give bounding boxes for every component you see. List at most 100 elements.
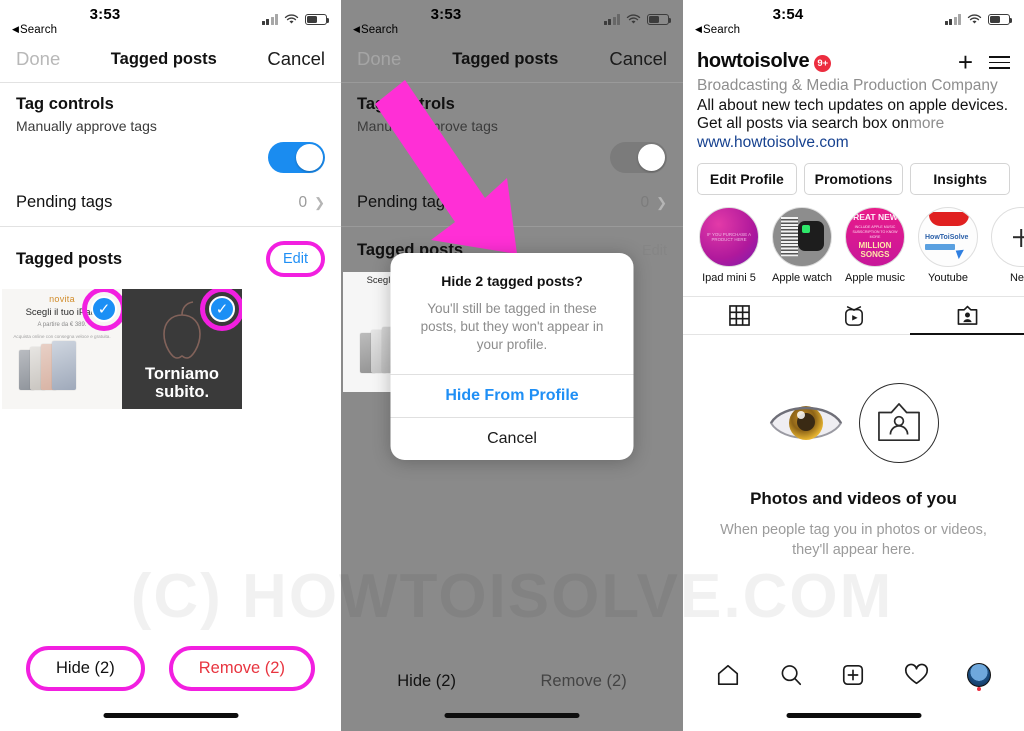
activity-tab[interactable]: [902, 661, 930, 689]
story-highlight-item[interactable]: Apple watch: [772, 207, 832, 284]
bottom-actions: Hide (2) Remove (2): [0, 646, 341, 691]
promotions-button[interactable]: Promotions: [803, 163, 904, 196]
profile-tab[interactable]: [965, 661, 993, 689]
cellular-signal-icon: [261, 14, 278, 25]
tag-controls-title: Tag controls: [16, 95, 114, 113]
thumb-dark-line2: subito.: [154, 382, 210, 401]
wifi-icon: [284, 14, 299, 24]
pending-tags-count: 0: [298, 193, 308, 211]
tab-tagged[interactable]: [910, 297, 1024, 336]
story-highlight-item-new[interactable]: New: [991, 207, 1024, 284]
hide-from-profile-button[interactable]: Hide From Profile: [391, 375, 634, 417]
highlight-cover-bottomtext: MILLION SONGS: [858, 241, 892, 260]
status-time: 3:53: [89, 6, 121, 23]
highlight-cover: GREAT NEWS INCLUDE APPLE MUSIC SUBSCRIPT…: [845, 207, 905, 268]
tagged-post-thumbnail[interactable]: novita Scegli il tuo iPad. A partire da …: [2, 289, 122, 409]
battery-icon: [305, 14, 330, 25]
status-bar: 3:53 ◀Search: [341, 0, 683, 46]
home-tab[interactable]: [714, 661, 742, 689]
status-back-to-search[interactable]: ◀Search: [695, 24, 740, 36]
tagged-posts-title: Tagged posts: [16, 249, 123, 268]
chevron-right-icon: ❯: [656, 194, 667, 210]
highlight-cover-text: HowToiSolve: [925, 234, 969, 242]
toggle-knob: [296, 144, 323, 171]
home-icon: [718, 664, 739, 686]
tagged-post-thumbnail[interactable]: Torniamo subito. ✓: [122, 289, 242, 409]
remove-button[interactable]: Remove (2): [541, 672, 627, 691]
profile-bio: All about new tech updates on apple devi…: [697, 97, 1010, 134]
new-highlight-plus-icon: [991, 207, 1024, 268]
home-indicator: [103, 713, 238, 718]
status-back-label: Search: [703, 24, 741, 36]
highlight-label: Apple watch: [772, 272, 832, 285]
story-highlight-item[interactable]: GREAT NEWS INCLUDE APPLE MUSIC SUBSCRIPT…: [845, 207, 905, 284]
highlight-cover: [772, 207, 832, 268]
hide-button[interactable]: Hide (2): [397, 672, 456, 691]
apple-watch-image: [798, 221, 824, 252]
screenshot-root: 3:53 ◀Search Done Tagged posts Cancel Ta…: [0, 0, 1024, 731]
remove-button[interactable]: Remove (2): [199, 659, 285, 677]
highlight-label: Apple music: [845, 272, 905, 285]
status-indicators: [944, 14, 1013, 25]
notification-badge: 9+: [814, 55, 832, 72]
post-selected-check[interactable]: ✓: [209, 296, 235, 322]
profile-bio-text: All about new tech updates on apple devi…: [697, 96, 1009, 133]
post-selected-check[interactable]: ✓: [91, 296, 117, 322]
edit-button[interactable]: Edit: [642, 243, 667, 259]
done-button[interactable]: Done: [16, 48, 60, 70]
highlight-label: New: [1009, 272, 1024, 285]
pending-tags-row[interactable]: Pending tags 0 ❯: [0, 173, 341, 226]
dialog-title: Hide 2 tagged posts?: [441, 273, 583, 289]
status-time: 3:54: [772, 6, 804, 23]
highlight-label: Youtube: [928, 272, 968, 285]
status-back-label: Search: [20, 24, 58, 36]
profile-username-group[interactable]: howtoisolve 9+: [697, 50, 832, 73]
add-icon[interactable]: +: [958, 49, 973, 75]
tab-igtv[interactable]: [796, 297, 911, 336]
nav-bar: Done Tagged posts Cancel: [0, 46, 341, 82]
tab-grid[interactable]: [683, 297, 797, 336]
tag-controls-subtitle: Manually approve tags: [16, 118, 157, 134]
profile-bio-more[interactable]: more: [909, 115, 944, 132]
cursor-icon: [955, 248, 967, 260]
search-tab[interactable]: [777, 661, 805, 689]
status-back-to-search[interactable]: ◀Search: [12, 24, 57, 36]
cancel-button[interactable]: Cancel: [609, 48, 667, 70]
wifi-icon: [967, 14, 982, 24]
status-back-to-search[interactable]: ◀Search: [353, 24, 398, 36]
status-time: 3:53: [430, 6, 462, 23]
bottom-tab-bar: [683, 661, 1024, 689]
profile-avatar: [966, 663, 991, 687]
hamburger-menu-icon[interactable]: [989, 55, 1010, 70]
battery-icon: [647, 14, 672, 25]
story-highlight-item[interactable]: IF YOU PURCHASE A PRODUCT HERE Ipad mini…: [699, 207, 759, 284]
back-triangle-icon: ◀: [353, 24, 361, 34]
search-icon: [781, 665, 801, 686]
highlight-cover-subtext: INCLUDE APPLE MUSIC SUBSCRIPTION TO KNOW…: [852, 225, 898, 240]
story-highlight-item[interactable]: HowToiSolve Youtube: [918, 207, 978, 284]
cellular-signal-icon: [944, 14, 961, 25]
ipad-lineup-image: [19, 341, 76, 390]
home-indicator: [444, 713, 580, 718]
hide-button[interactable]: Hide (2): [56, 659, 115, 677]
manually-approve-row: [0, 134, 341, 173]
manually-approve-toggle[interactable]: [268, 142, 325, 173]
pending-tags-count: 0: [640, 193, 650, 211]
edit-button[interactable]: Edit: [283, 251, 308, 267]
igtv-icon: [844, 306, 863, 326]
thumb-dark-text: Torniamo subito.: [122, 365, 242, 401]
manually-approve-toggle[interactable]: [610, 142, 667, 173]
panel-hide-confirmation: 3:53 ◀Search Done Tagged posts Cancel Ta…: [341, 0, 683, 731]
cancel-button[interactable]: Cancel: [267, 48, 325, 70]
profile-website-link[interactable]: www.howtoisolve.com: [697, 134, 1010, 153]
dialog-cancel-button[interactable]: Cancel: [391, 418, 634, 460]
battery-icon: [988, 14, 1013, 25]
tagged-posts-header: Tagged posts Edit: [0, 227, 341, 287]
empty-state-title: Photos and videos of you: [750, 489, 957, 509]
subscribe-button-image: [925, 244, 955, 251]
edit-profile-button[interactable]: Edit Profile: [697, 163, 797, 196]
back-triangle-icon: ◀: [695, 24, 703, 34]
add-post-tab[interactable]: [839, 661, 867, 689]
bottom-actions: Hide (2) Remove (2): [341, 672, 683, 691]
insights-button[interactable]: Insights: [910, 163, 1011, 196]
